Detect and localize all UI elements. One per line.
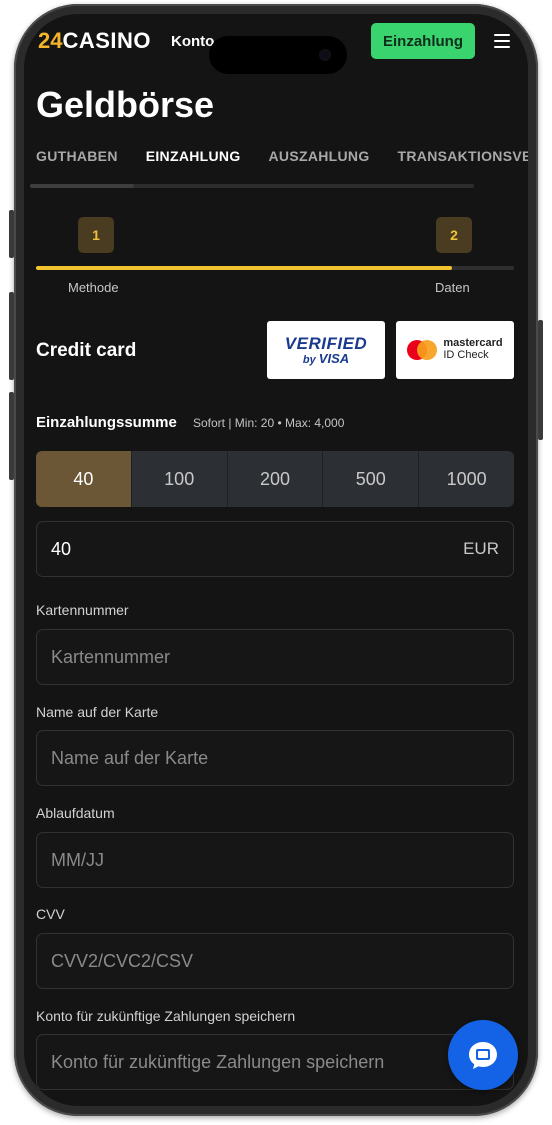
logo-number: 24 xyxy=(38,28,63,53)
phone-side-button xyxy=(538,320,543,440)
tab-guthaben[interactable]: GUTHABEN xyxy=(36,148,118,164)
amount-option-1000[interactable]: 1000 xyxy=(419,451,514,507)
amount-hint: Sofort | Min: 20 • Max: 4,000 xyxy=(193,416,345,430)
nav-konto-link[interactable]: Konto xyxy=(171,33,214,50)
cvv-label: CVV xyxy=(36,906,65,922)
step-label-daten: Daten xyxy=(435,280,470,295)
expiry-placeholder: MM/JJ xyxy=(51,850,104,870)
casino-logo[interactable]: 24 CASINO xyxy=(38,30,151,52)
mastercard-logo-icon xyxy=(407,340,438,360)
app-screen: 24 CASINO Konto Einzahlung Geldbörse GUT… xyxy=(24,14,528,1106)
visa-badge-brand: VISA xyxy=(318,350,350,366)
amount-label: Einzahlungssumme xyxy=(36,414,177,431)
mastercard-id-check-badge: mastercard ID Check xyxy=(396,321,514,379)
card-number-placeholder: Kartennummer xyxy=(51,647,171,667)
save-account-label: Konto für zukünftige Zahlungen speichern xyxy=(36,1008,296,1024)
card-name-label: Name auf der Karte xyxy=(36,704,159,720)
live-chat-button[interactable] xyxy=(448,1020,518,1090)
save-account-placeholder: Konto für zukünftige Zahlungen speichern xyxy=(51,1052,385,1072)
amount-option-500[interactable]: 500 xyxy=(323,451,420,507)
tab-einzahlung[interactable]: EINZAHLUNG xyxy=(146,148,241,164)
page-title: Geldbörse xyxy=(36,84,215,125)
mastercard-badge-line2: ID Check xyxy=(443,349,489,361)
chat-icon xyxy=(469,1042,497,1069)
amount-option-200[interactable]: 200 xyxy=(228,451,324,507)
amount-currency: EUR xyxy=(463,539,499,558)
amount-option-40[interactable]: 40 xyxy=(36,451,132,507)
verified-by-visa-badge: VERIFIED by VISA xyxy=(267,321,385,379)
card-number-input[interactable]: Kartennummer xyxy=(36,629,514,685)
amount-option-100[interactable]: 100 xyxy=(132,451,228,507)
save-account-input[interactable]: Konto für zukünftige Zahlungen speichern xyxy=(36,1034,514,1090)
amount-input[interactable]: 40 EUR xyxy=(36,521,514,577)
wallet-tabs: GUTHABEN EINZAHLUNG AUSZAHLUNG TRANSAKTI… xyxy=(36,148,528,164)
step-label-methode: Methode xyxy=(68,280,119,295)
cvv-input[interactable]: CVV2/CVC2/CSV xyxy=(36,933,514,989)
card-number-label: Kartennummer xyxy=(36,602,129,618)
step-badge-2: 2 xyxy=(436,217,472,253)
step-badge-1: 1 xyxy=(78,217,114,253)
phone-side-button xyxy=(9,392,14,480)
visa-badge-by: by xyxy=(302,353,316,366)
cvv-placeholder: CVV2/CVC2/CSV xyxy=(51,951,194,971)
visa-badge-line1: VERIFIED xyxy=(284,333,368,353)
amount-input-value: 40 xyxy=(51,539,72,559)
dynamic-island xyxy=(209,36,347,74)
step-progress-track xyxy=(36,266,514,270)
deposit-button[interactable]: Einzahlung xyxy=(371,23,475,59)
menu-icon[interactable] xyxy=(494,34,510,48)
card-name-input[interactable]: Name auf der Karte xyxy=(36,730,514,786)
phone-side-button xyxy=(9,210,14,258)
payment-method-title: Credit card xyxy=(36,340,137,361)
tab-auszahlung[interactable]: AUSZAHLUNG xyxy=(269,148,370,164)
logo-text: CASINO xyxy=(62,28,152,53)
tabs-scroll-thumb[interactable] xyxy=(30,184,134,188)
camera-icon xyxy=(319,49,331,61)
expiry-input[interactable]: MM/JJ xyxy=(36,832,514,888)
amount-preset-group: 40 100 200 500 1000 xyxy=(36,451,514,507)
tab-transaktionsverlauf[interactable]: TRANSAKTIONSVE xyxy=(398,148,528,164)
card-name-placeholder: Name auf der Karte xyxy=(51,748,209,768)
phone-side-button xyxy=(9,292,14,380)
expiry-label: Ablaufdatum xyxy=(36,805,115,821)
step-progress-fill xyxy=(36,266,452,270)
